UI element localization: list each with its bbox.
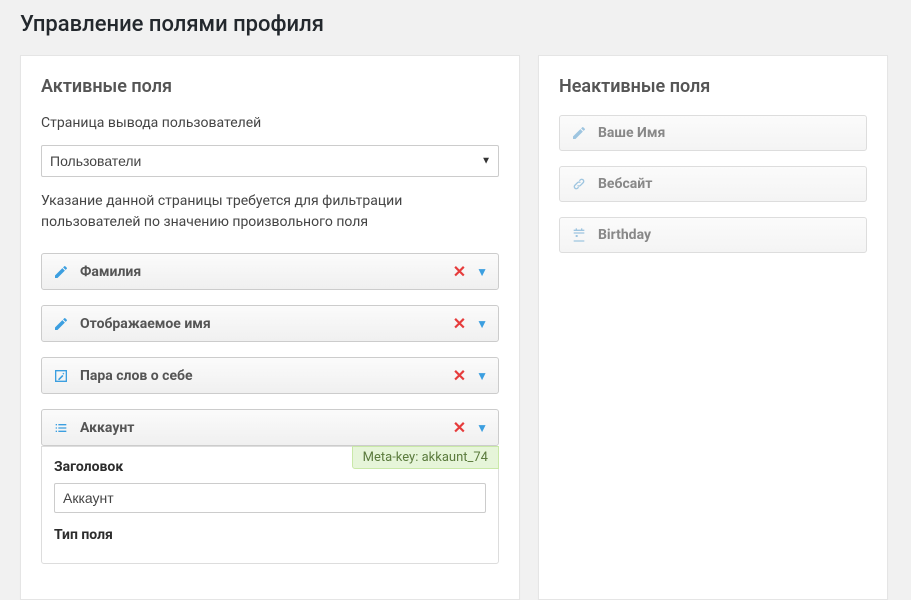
active-fields-panel: Активные поля Страница вывода пользовате… [20,55,520,600]
inactive-field-website[interactable]: Вебсайт [559,166,867,202]
page-output-help: Указание данной страницы требуется для ф… [41,191,499,233]
field-actions: ✕ ▼ [453,262,488,281]
meta-key-badge: Meta-key: akkaunt_74 [352,446,499,469]
field-label: Аккаунт [80,420,443,436]
field-label: Birthday [598,227,856,243]
page-output-label: Страница вывода пользователей [41,115,499,131]
field-actions: ✕ ▼ [453,314,488,333]
meta-key-value: akkaunt_74 [422,450,488,465]
inactive-fields-panel: Неактивные поля Ваше Имя Вебсайт Birthda… [538,55,888,600]
field-actions: ✕ ▼ [453,366,488,385]
field-row-displayname[interactable]: Отображаемое имя ✕ ▼ [41,305,499,342]
list-icon [52,419,70,437]
field-label: Вебсайт [598,176,856,192]
expand-button[interactable]: ▼ [476,369,488,383]
field-actions: ✕ ▼ [453,418,488,437]
field-expanded-body: Meta-key: akkaunt_74 Заголовок Тип поля [41,446,499,564]
active-fields-heading: Активные поля [41,76,499,97]
page-output-select-wrap: Пользователи ▼ [41,145,499,177]
page-output-select[interactable]: Пользователи [41,145,499,177]
remove-button[interactable]: ✕ [453,314,466,333]
edit-box-icon [52,367,70,385]
expand-button[interactable]: ▼ [476,265,488,279]
meta-key-label: Meta-key: [363,450,419,465]
expand-button[interactable]: ▼ [476,317,488,331]
pencil-icon [570,124,588,142]
field-row-about[interactable]: Пара слов о себе ✕ ▼ [41,357,499,394]
pencil-icon [52,263,70,281]
inactive-fields-heading: Неактивные поля [559,76,867,97]
collapse-button[interactable]: ▼ [476,421,488,435]
pencil-icon [52,315,70,333]
remove-button[interactable]: ✕ [453,366,466,385]
field-label: Ваше Имя [598,125,856,141]
link-icon [570,175,588,193]
calendar-icon [570,226,588,244]
field-label: Отображаемое имя [80,316,443,332]
remove-button[interactable]: ✕ [453,262,466,281]
type-label: Тип поля [54,527,486,543]
field-row-account[interactable]: Аккаунт ✕ ▼ [41,409,499,446]
inactive-field-birthday[interactable]: Birthday [559,217,867,253]
title-input[interactable] [54,483,486,513]
remove-button[interactable]: ✕ [453,418,466,437]
page-title: Управление полями профиля [0,0,911,55]
field-row-familia[interactable]: Фамилия ✕ ▼ [41,253,499,290]
field-label: Фамилия [80,264,443,280]
inactive-field-name[interactable]: Ваше Имя [559,115,867,151]
columns: Активные поля Страница вывода пользовате… [0,55,911,600]
field-label: Пара слов о себе [80,368,443,384]
